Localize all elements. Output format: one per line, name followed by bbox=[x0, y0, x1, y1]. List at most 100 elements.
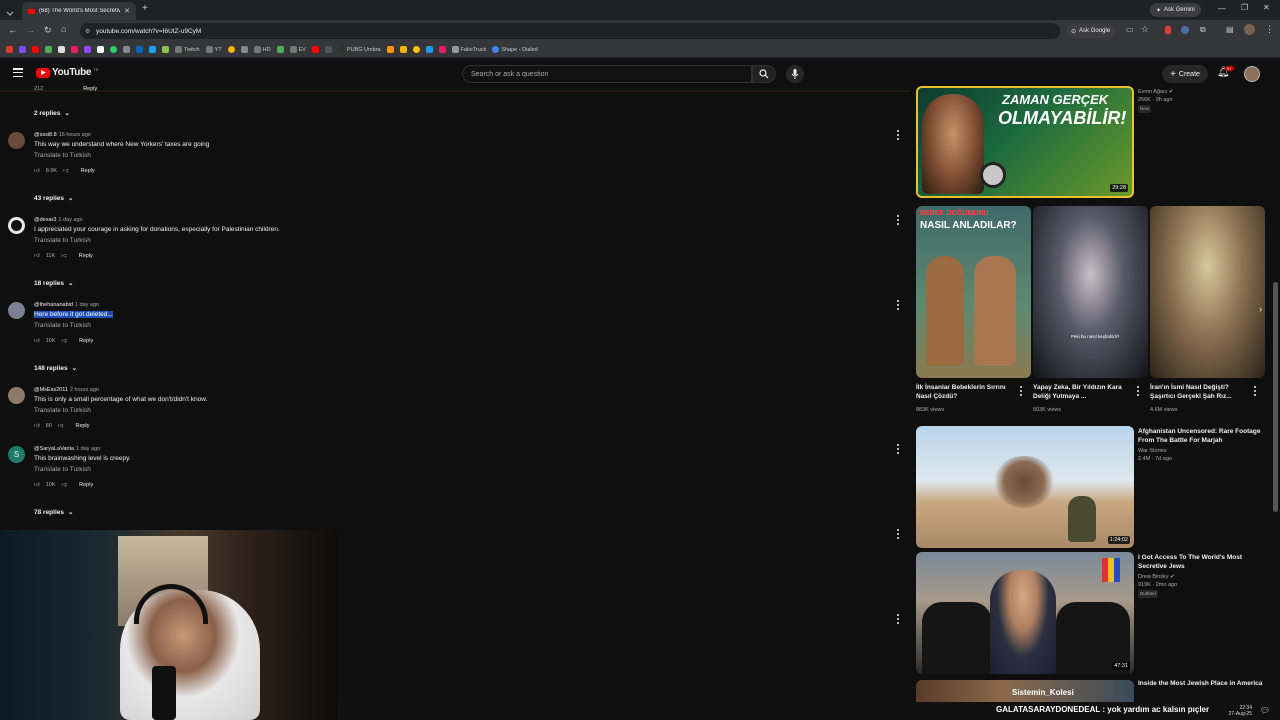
video-menu-icon[interactable] bbox=[897, 614, 900, 624]
minimize-icon[interactable]: — bbox=[1218, 4, 1226, 13]
like-icon[interactable]: 👍︎ bbox=[34, 338, 40, 344]
reply-button[interactable]: Reply bbox=[79, 338, 93, 344]
translate-link[interactable]: Translate to Turkish bbox=[34, 466, 91, 473]
reply-button[interactable]: Reply bbox=[81, 168, 95, 174]
comment-author[interactable]: @dexar3 1 day ago bbox=[34, 217, 83, 223]
bookmark-magenta-icon[interactable] bbox=[438, 46, 446, 53]
install-icon[interactable]: ▭ bbox=[1126, 25, 1134, 34]
bookmark-youtube-icon[interactable] bbox=[32, 46, 39, 53]
comment-time[interactable]: 1 day ago bbox=[75, 302, 99, 308]
bookmark-blue-icon[interactable] bbox=[425, 46, 433, 53]
bookmark-ev[interactable]: EV bbox=[289, 46, 306, 53]
bookmark-orange-icon[interactable] bbox=[386, 46, 394, 53]
notifications-icon[interactable]: 💬︎ bbox=[1260, 706, 1270, 715]
page-scrollbar[interactable] bbox=[1273, 92, 1278, 702]
bookmark-gmail-icon[interactable] bbox=[6, 46, 13, 53]
selected-text[interactable]: Here before it got deleted... bbox=[34, 311, 113, 318]
author-handle[interactable]: @thehananabid bbox=[34, 302, 73, 308]
recommended-video-thumbnail[interactable]: 1:24:02 bbox=[916, 426, 1134, 548]
replies-toggle[interactable]: 78 replies ⌄ bbox=[34, 508, 73, 517]
bookmark-pink-icon[interactable] bbox=[71, 46, 78, 53]
profile-avatar[interactable] bbox=[1244, 24, 1255, 35]
bookmark-faketruck[interactable]: FakeTruck bbox=[451, 46, 486, 53]
search-input[interactable]: Search or ask a question bbox=[462, 65, 752, 83]
author-handle[interactable]: @sssi8.8 bbox=[34, 132, 57, 138]
site-info-icon[interactable]: ⚙ bbox=[85, 28, 90, 35]
bookmark-dark-icon[interactable] bbox=[324, 46, 332, 53]
author-handle[interactable]: @SaryaLaVanta bbox=[34, 446, 74, 452]
home-icon[interactable]: ⌂ bbox=[61, 24, 66, 34]
comment-avatar[interactable] bbox=[8, 387, 25, 404]
like-icon[interactable]: 👍︎ bbox=[34, 253, 40, 259]
short-thumbnail[interactable]: Peki bu nasıl keşfedildi? bbox=[1033, 206, 1148, 378]
dislike-icon[interactable]: 👎︎ bbox=[63, 168, 69, 174]
comment-menu-icon[interactable] bbox=[897, 215, 900, 225]
comment-author[interactable]: @sssi8.8 16 hours ago bbox=[34, 132, 91, 138]
url-bar[interactable]: ⚙ youtube.com/watch?v=I6UtZ-u9CyM bbox=[80, 23, 1060, 39]
comment-menu-icon[interactable] bbox=[897, 444, 900, 454]
video-title[interactable]: Inside the Most Jewish Place in America bbox=[1138, 679, 1266, 688]
bookmark-red-icon[interactable] bbox=[311, 46, 319, 53]
author-handle[interactable]: @dexar3 bbox=[34, 217, 56, 223]
tab-search-icon[interactable] bbox=[5, 5, 15, 16]
replies-toggle[interactable]: 2 replies ⌄ bbox=[34, 109, 70, 118]
comment-author[interactable]: @thehananabid 1 day ago bbox=[34, 302, 99, 308]
sidepanel-icon[interactable]: ▤ bbox=[1226, 25, 1234, 34]
dislike-icon[interactable]: 👎︎ bbox=[58, 423, 64, 429]
extensions-puzzle-icon[interactable]: ⧉ bbox=[1200, 25, 1206, 35]
new-tab-icon[interactable]: + bbox=[142, 3, 148, 14]
comment-menu-icon[interactable] bbox=[897, 130, 900, 140]
search-button[interactable] bbox=[752, 65, 776, 83]
comment-menu-icon[interactable] bbox=[897, 300, 900, 310]
hamburger-menu-icon[interactable] bbox=[13, 68, 23, 77]
bookmark-coin-icon[interactable] bbox=[412, 46, 420, 53]
forward-icon[interactable]: → bbox=[26, 25, 35, 35]
comment-avatar[interactable] bbox=[8, 302, 25, 319]
short-thumbnail[interactable] bbox=[1150, 206, 1265, 378]
browser-tab-active[interactable]: (68) The World's Most Secretive... ✕ bbox=[22, 2, 136, 20]
channel-name[interactable]: Evrim Ağacı ✔ bbox=[1138, 88, 1173, 96]
bookmark-white-icon[interactable] bbox=[58, 46, 65, 53]
comment-author[interactable]: @SaryaLaVanta 1 day ago bbox=[34, 446, 100, 452]
bookmark-grey2-icon[interactable] bbox=[240, 46, 248, 53]
account-avatar[interactable] bbox=[1244, 66, 1260, 82]
comment-time[interactable]: 1 day ago bbox=[76, 446, 100, 452]
ask-gemini-button[interactable]: ✦ Ask Gemini bbox=[1150, 3, 1201, 17]
bookmark-green2-icon[interactable] bbox=[276, 46, 284, 53]
bookmark-linkedin-icon[interactable] bbox=[136, 46, 143, 53]
tab-close-icon[interactable]: ✕ bbox=[124, 7, 130, 15]
recommended-video-thumbnail[interactable]: ZAMAN GERÇEK OLMAYABİLİR! 29:28 bbox=[916, 86, 1134, 198]
short-title[interactable]: Yapay Zeka, Bir Yıldızın Kara Deliği Yut… bbox=[1033, 383, 1133, 401]
bookmark-grey-icon[interactable] bbox=[123, 46, 130, 53]
back-icon[interactable]: ← bbox=[8, 25, 17, 35]
browser-menu-icon[interactable]: ⋮ bbox=[1265, 24, 1274, 35]
bookmark-green-icon[interactable] bbox=[45, 46, 52, 53]
reply-button[interactable]: Reply bbox=[79, 482, 93, 488]
bookmark-trophy-icon[interactable] bbox=[399, 46, 407, 53]
translate-link[interactable]: Translate to Turkish bbox=[34, 407, 91, 414]
translate-link[interactable]: Translate to Turkish bbox=[34, 237, 91, 244]
voice-search-button[interactable] bbox=[786, 65, 804, 83]
dislike-icon[interactable]: 👎︎ bbox=[61, 253, 67, 259]
bookmark-twitter-icon[interactable] bbox=[149, 46, 156, 53]
short-title[interactable]: İlk İnsanlar Bebeklerin Sırrını Nasıl Çö… bbox=[916, 383, 1014, 401]
extension-red-icon[interactable] bbox=[1165, 26, 1171, 34]
dislike-icon[interactable]: 👎︎ bbox=[62, 338, 68, 344]
create-button[interactable]: + Create bbox=[1162, 65, 1208, 83]
bookmark-twitch[interactable]: Twitch bbox=[175, 46, 200, 53]
author-handle[interactable]: @MsEss2011 bbox=[34, 387, 68, 393]
bookmark-yellow-icon[interactable] bbox=[227, 46, 235, 53]
like-icon[interactable]: 👍︎ bbox=[34, 168, 40, 174]
bookmark-hd[interactable]: HD bbox=[253, 46, 271, 53]
replies-toggle[interactable]: 18 replies ⌄ bbox=[34, 279, 73, 288]
bookmark-android-icon[interactable] bbox=[162, 46, 169, 53]
reload-icon[interactable]: ↻ bbox=[44, 25, 52, 36]
bookmark-twitch-small-icon[interactable] bbox=[84, 46, 91, 53]
comment-time[interactable]: 1 day ago bbox=[58, 217, 82, 223]
comment-avatar[interactable] bbox=[8, 217, 25, 234]
shorts-next-icon[interactable]: › bbox=[1259, 304, 1262, 314]
replies-toggle[interactable]: 43 replies ⌄ bbox=[34, 194, 73, 203]
short-menu-icon[interactable] bbox=[1137, 386, 1140, 396]
maximize-icon[interactable]: ❐ bbox=[1241, 3, 1248, 12]
reply-button[interactable]: Reply bbox=[83, 86, 97, 92]
